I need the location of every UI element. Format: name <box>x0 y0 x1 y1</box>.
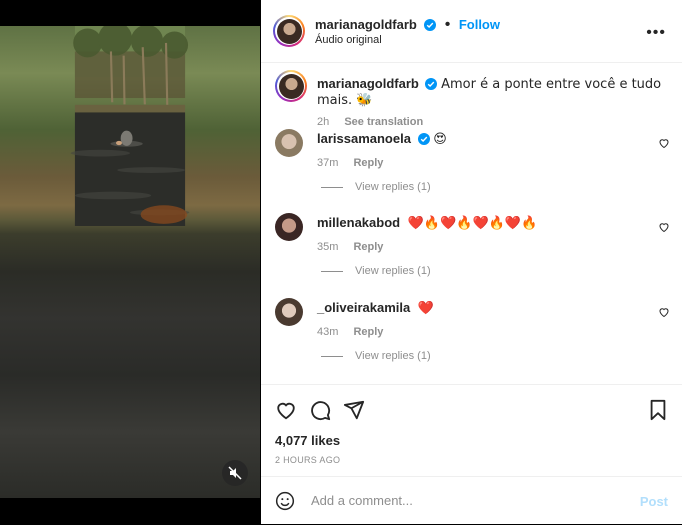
add-comment-input[interactable] <box>309 492 613 509</box>
audio-label[interactable]: Áudio original <box>315 34 382 46</box>
divider-line <box>321 355 343 357</box>
comment-time: 37m <box>317 157 339 169</box>
like-comment-heart-icon[interactable] <box>658 137 670 149</box>
comment-bubble-icon[interactable] <box>309 399 331 421</box>
comment-item: larissamanoela 😍 37m Reply View replies … <box>275 129 670 199</box>
video-frame-forest <box>70 26 190 226</box>
view-replies-button[interactable]: View replies (1) <box>321 181 431 193</box>
caption-username[interactable]: marianagoldfarb <box>317 76 419 91</box>
view-replies-button[interactable]: View replies (1) <box>321 265 431 277</box>
speaker-muted-icon <box>228 466 242 480</box>
verified-badge-icon <box>424 19 437 31</box>
view-replies-label: View replies (1) <box>355 265 431 277</box>
commenter-username[interactable]: _oliveirakamila <box>317 300 410 315</box>
commenter-username[interactable]: larissamanoela <box>317 131 411 146</box>
view-replies-label: View replies (1) <box>355 350 431 362</box>
mute-button[interactable] <box>222 460 248 486</box>
comment-text: 😍 <box>433 132 447 147</box>
commenter-avatar[interactable] <box>275 213 303 241</box>
comment-item: _oliveirakamila ❤️ 43m Reply View replie… <box>275 298 670 368</box>
view-replies-button[interactable]: View replies (1) <box>321 350 431 362</box>
verified-badge-icon <box>417 133 430 145</box>
divider-line <box>321 270 343 272</box>
commenter-avatar[interactable] <box>275 129 303 157</box>
reply-button[interactable]: Reply <box>353 326 383 338</box>
reply-button[interactable]: Reply <box>353 157 383 169</box>
follow-button[interactable]: Follow <box>459 17 500 32</box>
caption-time: 2h <box>317 116 330 128</box>
comment-item: millenakabod ❤️🔥❤️🔥❤️🔥❤️🔥 35m Reply View… <box>275 213 670 283</box>
post-actions: 4,077 likes 2 HOURS AGO <box>261 384 682 475</box>
post-comment-button[interactable]: Post <box>640 494 668 509</box>
view-replies-label: View replies (1) <box>355 181 431 193</box>
post-details-panel: marianagoldfarb • Follow Áudio original … <box>261 0 682 524</box>
verified-badge-icon <box>425 78 438 90</box>
like-comment-heart-icon[interactable] <box>658 306 670 318</box>
comment-time: 35m <box>317 241 339 253</box>
post-header: marianagoldfarb • Follow Áudio original … <box>261 0 682 63</box>
share-paper-plane-icon[interactable] <box>343 399 365 421</box>
divider-line <box>321 186 343 188</box>
likes-count[interactable]: 4,077 likes <box>275 433 340 448</box>
commenter-username[interactable]: millenakabod <box>317 215 400 230</box>
add-comment-bar: Post <box>261 476 682 525</box>
author-avatar[interactable] <box>273 15 305 47</box>
reply-button[interactable]: Reply <box>353 241 383 253</box>
comment-text: ❤️🔥❤️🔥❤️🔥❤️🔥 <box>407 216 538 231</box>
emoji-smiley-icon[interactable] <box>275 491 295 511</box>
like-heart-icon[interactable] <box>275 399 297 421</box>
comment-time: 43m <box>317 326 339 338</box>
comment-text: ❤️ <box>417 301 435 316</box>
post-timestamp[interactable]: 2 HOURS AGO <box>275 455 340 465</box>
more-options-button[interactable]: ••• <box>646 24 666 42</box>
see-translation-link[interactable]: See translation <box>344 116 423 128</box>
caption-author-avatar[interactable] <box>275 70 307 102</box>
post-video[interactable] <box>0 26 260 498</box>
author-username[interactable]: marianagoldfarb <box>315 17 417 32</box>
save-bookmark-icon[interactable] <box>648 399 668 421</box>
like-comment-heart-icon[interactable] <box>658 221 670 233</box>
commenter-avatar[interactable] <box>275 298 303 326</box>
